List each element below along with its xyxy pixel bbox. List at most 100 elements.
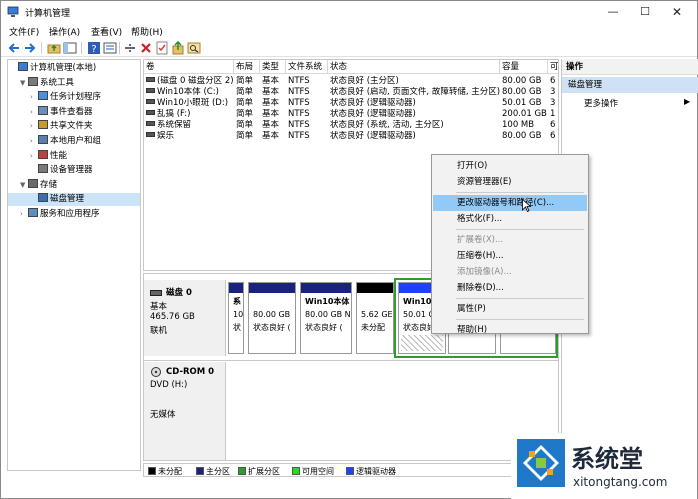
table-row[interactable]: (磁盘 0 磁盘分区 2) 简单 基本 NTFS 状态良好 (主分区) 80.00 GB 6: [144, 76, 558, 87]
chevron-down-icon[interactable]: ▼: [20, 77, 28, 90]
disk-0-label[interactable]: 磁盘 0 基本 465.76 GB 联机: [144, 280, 226, 356]
table-cell: 80.00 GB: [502, 76, 548, 87]
table-row[interactable]: Win10本体 (C:) 简单 基本 NTFS 状态良好 (启动, 页面文件, 故障转储…: [144, 87, 558, 98]
context-menu-item[interactable]: 删除卷(D)...: [433, 280, 587, 296]
tree-item[interactable]: › 本地用户和组: [8, 135, 140, 148]
table-cell: NTFS: [288, 109, 328, 120]
cell-text: 80.00 GB: [502, 87, 542, 97]
delete-icon[interactable]: [139, 41, 153, 55]
partition-block[interactable]: Win10本体 80.00 GB N 状态良好 (: [300, 282, 352, 354]
context-menu-item[interactable]: 打开(O): [433, 158, 587, 174]
drive-icon: [146, 121, 155, 126]
partition-status: 状态良好 (: [305, 323, 343, 332]
context-menu-item[interactable]: 帮助(H): [433, 322, 587, 338]
table-row[interactable]: 娱乐 简单 基本 NTFS 状态良好 (逻辑驱动器) 80.00 GB 6: [144, 131, 558, 142]
legend-swatch: [238, 467, 246, 475]
help-icon[interactable]: ?: [87, 41, 101, 55]
check-icon[interactable]: [155, 41, 169, 55]
partition-block[interactable]: 系 10 状: [228, 282, 244, 354]
show-hide-tree-icon[interactable]: [63, 41, 77, 55]
properties-icon[interactable]: [103, 41, 117, 55]
cell-text: 状态良好 (逻辑驱动器): [330, 109, 416, 119]
legend-item: 逻辑驱动器: [346, 466, 396, 477]
tree-item[interactable]: › 任务计划程序: [8, 91, 140, 104]
table-row[interactable]: Win10小眼斑 (D:) 简单 基本 NTFS 状态良好 (逻辑驱动器) 50.01 G…: [144, 98, 558, 109]
search-icon[interactable]: [187, 41, 201, 55]
menu-file[interactable]: 文件(F): [9, 25, 39, 38]
chevron-right-icon[interactable]: ›: [30, 106, 38, 119]
context-menu-item[interactable]: 更改驱动器号和路径(C)...: [433, 195, 587, 211]
tree-item[interactable]: › 性能: [8, 149, 140, 163]
column-header[interactable]: 容量: [500, 60, 548, 74]
cell-text: Win10本体 (C:): [157, 87, 219, 97]
menu-bar: 文件(F) 操作(A) 查看(V) 帮助(H): [1, 23, 697, 39]
table-cell: 系统保留: [146, 120, 234, 131]
cell-text: 1: [550, 109, 556, 119]
menu-help[interactable]: 帮助(H): [131, 25, 163, 38]
chevron-right-icon[interactable]: ›: [30, 135, 38, 148]
column-header[interactable]: 文件系统: [286, 60, 328, 74]
column-header[interactable]: 状态: [328, 60, 500, 74]
export-icon[interactable]: [171, 41, 185, 55]
up-folder-icon[interactable]: [47, 41, 61, 55]
legend-swatch: [346, 467, 354, 475]
context-menu-item[interactable]: 资源管理器(E): [433, 174, 587, 190]
chevron-right-icon[interactable]: ›: [30, 150, 38, 163]
back-icon[interactable]: [7, 41, 21, 55]
menu-action[interactable]: 操作(A): [49, 25, 80, 38]
tree-node-icon: [38, 135, 48, 144]
connect-icon[interactable]: [123, 41, 137, 55]
table-row[interactable]: 乱搞 (F:) 简单 基本 NTFS 状态良好 (逻辑驱动器) 200.01 GB 1: [144, 109, 558, 120]
cell-text: 娱乐: [157, 131, 175, 141]
column-header[interactable]: 类型: [260, 60, 286, 74]
cdrom-0-label[interactable]: CD-ROM 0 DVD (H:) 无媒体: [144, 362, 226, 460]
minimize-button[interactable]: —: [597, 1, 629, 23]
actions-section-disk-management[interactable]: 磁盘管理: [562, 77, 698, 93]
partition-size: 5.62 GE: [361, 310, 393, 319]
brand-logo-icon: [517, 439, 565, 487]
partition-color-bar: [229, 283, 243, 293]
maximize-button[interactable]: ☐: [629, 1, 661, 23]
tree-item[interactable]: 磁盘管理: [8, 193, 140, 207]
tree-item[interactable]: ▼ 存储: [8, 178, 140, 192]
close-button[interactable]: ✕: [661, 1, 693, 23]
column-header[interactable]: 布局: [234, 60, 260, 74]
tree-item[interactable]: › 事件查看器: [8, 105, 140, 119]
toolbar: ?: [1, 39, 697, 57]
disk-info-line: DVD (H:): [150, 380, 188, 390]
drive-icon: [146, 99, 155, 104]
partition-color-bar: [301, 283, 351, 293]
table-row[interactable]: 系统保留 简单 基本 NTFS 状态良好 (系统, 活动, 主分区) 100 MB 6: [144, 120, 558, 131]
column-header[interactable]: 可: [548, 60, 558, 74]
chevron-right-icon[interactable]: ›: [20, 208, 28, 221]
context-menu-item[interactable]: 属性(P): [433, 301, 587, 317]
table-cell: 简单: [236, 120, 260, 131]
table-cell: 状态良好 (系统, 活动, 主分区): [330, 120, 500, 131]
cd-drive-icon: [150, 367, 162, 380]
tree-item[interactable]: ▼ 系统工具: [8, 76, 140, 90]
legend-swatch: [292, 467, 300, 475]
forward-icon[interactable]: [23, 41, 37, 55]
disk-info-line: 基本: [150, 302, 168, 312]
tree-item[interactable]: 设备管理器: [8, 164, 140, 177]
chevron-right-icon[interactable]: ›: [30, 91, 38, 104]
window-title: 计算机管理: [25, 9, 71, 19]
context-menu-item[interactable]: 压缩卷(H)...: [433, 248, 587, 264]
cell-text: 基本: [262, 98, 280, 108]
partition-block[interactable]: 5.62 GE 未分配: [356, 282, 394, 354]
tree-node-icon: [38, 149, 48, 159]
column-header[interactable]: 卷: [144, 60, 234, 74]
context-menu-item: 扩展卷(X)...: [457, 235, 504, 245]
more-actions-item[interactable]: 更多操作: [584, 97, 618, 109]
tree-item[interactable]: › 共享文件夹: [8, 120, 140, 133]
context-menu-item[interactable]: 格式化(F)...: [433, 211, 587, 227]
partition-block[interactable]: 80.00 GB 状态良好 (: [248, 282, 296, 354]
chevron-down-icon[interactable]: ▼: [20, 179, 28, 192]
menu-view[interactable]: 查看(V): [91, 25, 122, 38]
chevron-right-icon[interactable]: ›: [30, 120, 38, 133]
tree-item[interactable]: › 服务和应用程序: [8, 208, 140, 221]
computer-management-icon: [7, 6, 19, 17]
tree-item[interactable]: 计算机管理(本地): [8, 62, 140, 75]
cell-text: 3: [550, 98, 556, 108]
drive-icon: [146, 110, 155, 115]
